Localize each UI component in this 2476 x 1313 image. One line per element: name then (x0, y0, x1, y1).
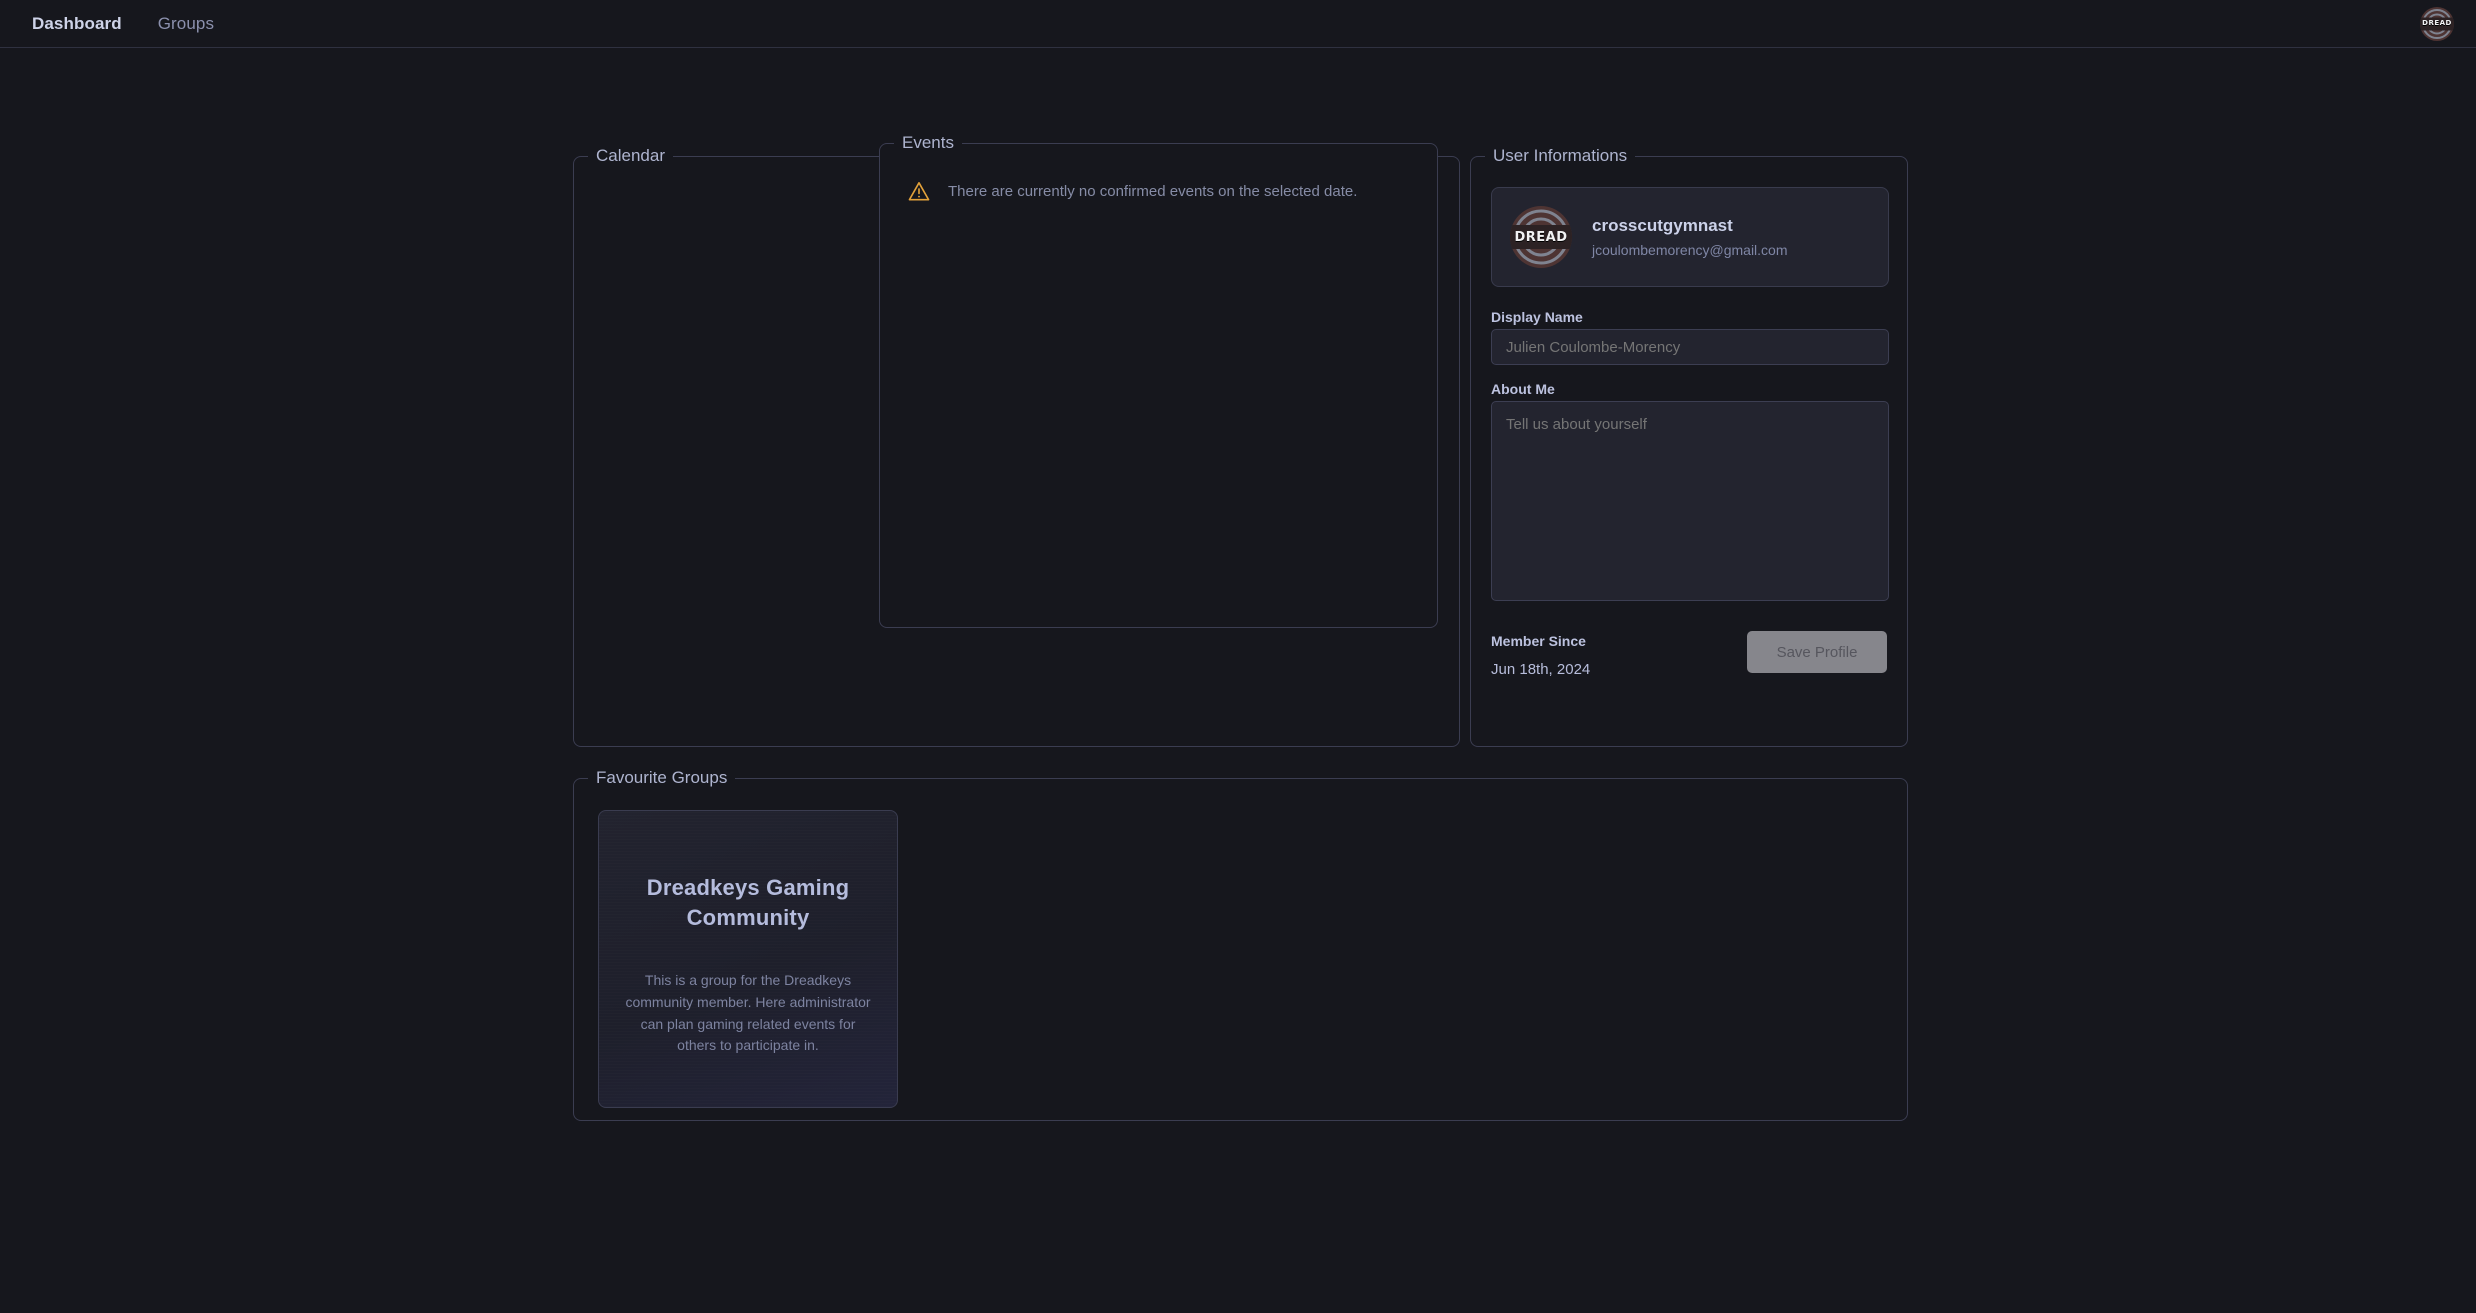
display-name-input[interactable] (1491, 329, 1889, 365)
favourite-groups-legend: Favourite Groups (596, 768, 728, 787)
events-panel: Events There are currently no confirmed … (879, 133, 1438, 628)
warning-triangle-icon (908, 182, 930, 201)
user-identity-card: DREAD crosscutgymnast jcoulombemorency@g… (1491, 187, 1889, 287)
user-identity-text: crosscutgymnast jcoulombemorency@gmail.c… (1592, 216, 1788, 258)
avatar-wordmark: DREAD (2422, 19, 2452, 27)
group-card-title: Dreadkeys Gaming Community (646, 875, 850, 930)
calendar-panel-legend: Calendar (596, 146, 665, 165)
group-card-description: This is a group for the Dreadkeys commun… (625, 972, 871, 1054)
email-label: jcoulombemorency@gmail.com (1592, 242, 1788, 258)
dread-logo-avatar-icon: DREAD (1510, 206, 1572, 268)
username-label: crosscutgymnast (1592, 216, 1733, 235)
nav-link-dashboard[interactable]: Dashboard (32, 15, 122, 32)
page-content: Calendar July 2nd 2024 ‹ Jul ▲▼ 2024 ▲▼ (0, 48, 2476, 1312)
nav-links: Dashboard Groups (32, 15, 214, 32)
display-name-label: Display Name (1491, 309, 1583, 325)
events-empty-message: There are currently no confirmed events … (948, 182, 1358, 200)
avatar-wordmark: DREAD (1514, 229, 1568, 245)
top-navigation-bar: Dashboard Groups DREAD (0, 0, 2476, 48)
about-me-textarea[interactable] (1491, 401, 1889, 601)
member-since-label: Member Since (1491, 633, 1586, 649)
member-since-value: Jun 18th, 2024 (1491, 661, 1591, 678)
nav-link-groups[interactable]: Groups (158, 15, 214, 32)
events-empty-state: There are currently no confirmed events … (880, 153, 1437, 201)
save-profile-button[interactable]: Save Profile (1747, 631, 1887, 673)
group-card[interactable]: Dreadkeys Gaming Community This is a gro… (598, 810, 898, 1108)
user-informations-panel: User Informations DREAD crosscutgymnast … (1470, 146, 1908, 747)
user-panel-legend: User Informations (1493, 146, 1628, 165)
avatar[interactable]: DREAD (2420, 6, 2454, 41)
favourite-groups-panel: Favourite Groups Dreadkeys Gaming Commun… (573, 768, 1908, 1121)
about-me-label: About Me (1491, 381, 1555, 397)
dread-logo-avatar-icon: DREAD (2420, 6, 2454, 41)
events-panel-legend: Events (902, 133, 954, 152)
